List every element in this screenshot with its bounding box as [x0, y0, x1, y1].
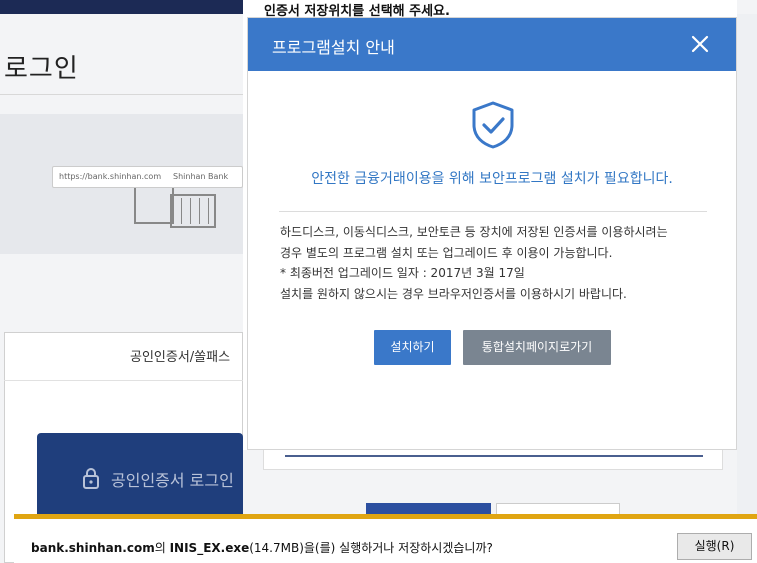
certificate-login-button[interactable]: 공인인증서 로그인	[37, 433, 243, 523]
download-message: bank.shinhan.com의 INIS_EX.exe(14.7MB)을(를…	[31, 539, 493, 556]
install-button[interactable]: 설치하기	[374, 330, 451, 365]
body-line: 설치를 원하지 않으시는 경우 브라우저인증서를 이용하시기 바랍니다.	[280, 286, 627, 301]
card-divider	[4, 380, 243, 381]
banner-url-text: https://bank.shinhan.com	[59, 172, 162, 181]
close-icon[interactable]	[691, 35, 709, 53]
monitor-illustration	[134, 188, 174, 224]
dialog-body: 하드디스크, 이동식디스크, 보안토큰 등 장치에 저장된 인증서를 이용하시려…	[280, 222, 668, 304]
download-domain: bank.shinhan.com	[31, 541, 155, 555]
download-size: (14.7MB)	[249, 541, 304, 555]
download-notification-bar: bank.shinhan.com의 INIS_EX.exe(14.7MB)을(를…	[14, 514, 757, 563]
body-line: 경우 별도의 프로그램 설치 또는 업그레이드 후 이용이 가능합니다.	[280, 245, 613, 260]
download-question: 을(를) 실행하거나 저장하시겠습니까?	[303, 541, 493, 555]
download-text-part: 의	[154, 541, 170, 555]
page-right-strip	[737, 14, 757, 514]
dialog-divider	[279, 211, 707, 212]
title-divider	[0, 94, 243, 95]
dialog-headline: 안전한 금융거래이용을 위해 보안프로그램 설치가 필요합니다.	[311, 171, 673, 187]
shield-check-icon	[472, 101, 514, 149]
page-title: 로그인	[4, 54, 79, 84]
body-line: * 최종버전 업그레이드 일자 : 2017년 3월 17일	[280, 266, 525, 280]
program-install-dialog: 프로그램설치 안내 안전한 금융거래이용을 위해 보안프로그램 설치가 필요합니…	[247, 17, 737, 450]
banner-site-text: Shinhan Bank	[173, 172, 229, 181]
body-line: 하드디스크, 이동식디스크, 보안토큰 등 장치에 저장된 인증서를 이용하시려…	[280, 225, 668, 239]
integrated-install-page-button[interactable]: 통합설치페이지로가기	[463, 330, 611, 365]
top-navigation-bar	[0, 0, 243, 14]
keyboard-illustration	[170, 194, 216, 228]
certificate-input-line	[285, 455, 703, 457]
dialog-header: 프로그램설치 안내	[248, 18, 736, 71]
download-filename: INIS_EX.exe	[169, 541, 250, 555]
certificate-login-label: 공인인증서 로그인	[111, 471, 234, 490]
banner-address-bar: https://bank.shinhan.com Shinhan Bank	[52, 166, 243, 188]
dialog-title: 프로그램설치 안내	[272, 38, 395, 57]
run-button[interactable]: 실행(R)	[677, 533, 752, 560]
lock-icon	[83, 468, 99, 489]
tab-certificate-login[interactable]: 공인인증서/쏠패스	[130, 346, 230, 365]
